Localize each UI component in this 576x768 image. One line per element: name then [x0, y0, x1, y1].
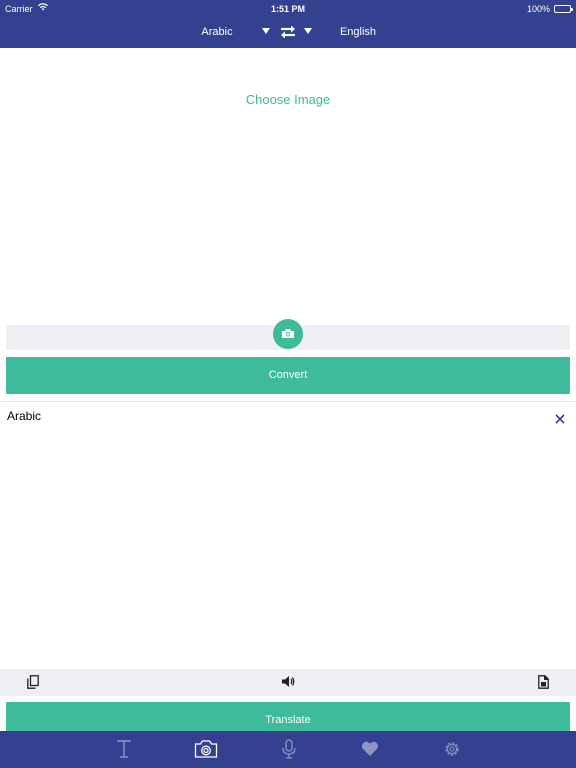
- top-bar: Carrier 1:51 PM 100% Arabic English: [0, 0, 576, 48]
- result-toolbar: [0, 669, 576, 696]
- tab-favorites[interactable]: [359, 738, 381, 760]
- tab-settings[interactable]: [441, 738, 463, 760]
- close-icon[interactable]: [555, 411, 565, 424]
- language-bar: Arabic English: [0, 18, 576, 48]
- status-bar: Carrier 1:51 PM 100%: [0, 0, 576, 18]
- image-panel: Choose Image: [0, 48, 576, 324]
- tab-bar: [0, 731, 576, 768]
- tab-text[interactable]: [113, 738, 135, 760]
- text-icon: [117, 740, 131, 758]
- divider: [0, 401, 576, 402]
- microphone-icon: [282, 739, 296, 759]
- gear-icon: [445, 742, 459, 756]
- camera-icon: [282, 329, 294, 338]
- heart-icon: [361, 741, 379, 756]
- swap-languages-icon[interactable]: [278, 24, 298, 40]
- target-dropdown-icon[interactable]: [304, 28, 312, 34]
- source-language-button[interactable]: Arabic: [187, 26, 247, 38]
- camera-button[interactable]: [273, 319, 303, 349]
- speaker-icon[interactable]: [281, 675, 295, 693]
- paste-icon[interactable]: [538, 675, 549, 694]
- status-time: 1:51 PM: [270, 4, 305, 14]
- battery-percent: 100%: [526, 4, 550, 14]
- camera-icon: [194, 740, 218, 758]
- copy-icon[interactable]: [27, 675, 39, 694]
- tab-camera[interactable]: [194, 738, 218, 760]
- tab-microphone[interactable]: [278, 738, 300, 760]
- choose-image-link[interactable]: Choose Image: [0, 92, 576, 107]
- source-dropdown-icon[interactable]: [262, 28, 270, 34]
- result-language-label: Arabic: [7, 409, 42, 423]
- target-language-button[interactable]: English: [330, 26, 386, 38]
- battery-icon: [554, 5, 573, 13]
- convert-button[interactable]: Convert: [6, 357, 570, 394]
